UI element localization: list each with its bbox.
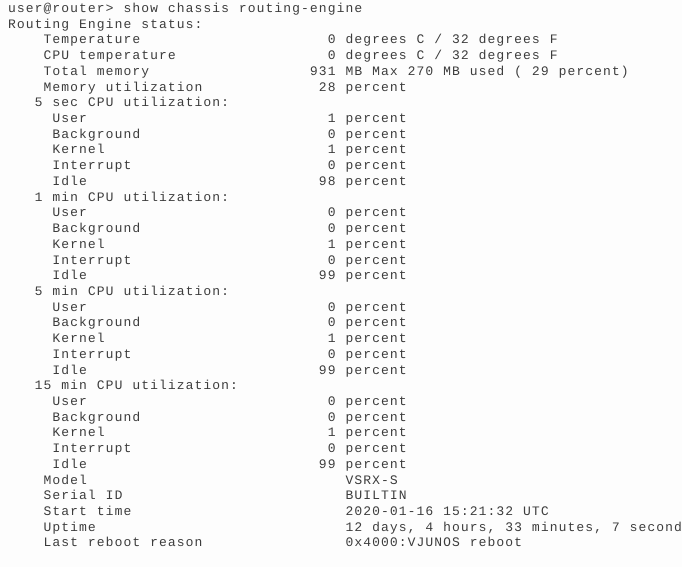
cpu-group-title-0: 5 sec CPU utilization: — [8, 95, 231, 111]
prompt-line[interactable]: user@router> show chassis routing-engine — [8, 1, 682, 17]
cpu-row-3-interrupt: Interrupt 0 percent — [8, 441, 408, 457]
cpu-row-2-idle: Idle 99 percent — [8, 362, 408, 378]
field-row-cpu-temperature: CPU temperature 0 degrees C / 32 degrees… — [8, 48, 559, 64]
cpu-row-2-user: User 0 percent — [8, 299, 408, 315]
field-row-total-memory: Total memory 931 MB Max 270 MB used ( 29… — [8, 63, 630, 79]
cpu-row-2-background: Background 0 percent — [8, 315, 408, 331]
summary-row-serial-id: Serial ID BUILTIN — [8, 488, 408, 504]
cpu-row-0-kernel: Kernel 1 percent — [8, 142, 408, 158]
field-row-memory-utilization: Memory utilization 28 percent — [8, 79, 408, 95]
cpu-row-1-idle: Idle 99 percent — [8, 268, 408, 284]
cpu-row-1-background: Background 0 percent — [8, 221, 408, 237]
cpu-row-3-user: User 0 percent — [8, 393, 408, 409]
cpu-row-3-idle: Idle 99 percent — [8, 456, 408, 472]
cpu-row-1-interrupt: Interrupt 0 percent — [8, 252, 408, 268]
cpu-group-title-2: 5 min CPU utilization: — [8, 283, 231, 299]
cpu-row-0-interrupt: Interrupt 0 percent — [8, 158, 408, 174]
cpu-row-1-user: User 0 percent — [8, 205, 408, 221]
cpu-row-1-kernel: Kernel 1 percent — [8, 236, 408, 252]
cpu-group-title-3: 15 min CPU utilization: — [8, 378, 239, 394]
field-row-temperature: Temperature 0 degrees C / 32 degrees F — [8, 32, 559, 48]
summary-row-uptime: Uptime 12 days, 4 hours, 33 minutes, 7 s… — [8, 519, 682, 535]
terminal-window[interactable]: user@router> show chassis routing-engine… — [0, 0, 682, 567]
terminal-output: user@router> show chassis routing-engine… — [8, 1, 682, 551]
cpu-row-0-idle: Idle 98 percent — [8, 173, 408, 189]
summary-row-last-reboot-reason: Last reboot reason 0x4000:VJUNOS reboot — [8, 535, 524, 551]
cpu-row-3-background: Background 0 percent — [8, 409, 408, 425]
cpu-row-2-kernel: Kernel 1 percent — [8, 331, 408, 347]
cpu-row-0-background: Background 0 percent — [8, 126, 408, 142]
cpu-row-0-user: User 1 percent — [8, 111, 408, 127]
cpu-row-3-kernel: Kernel 1 percent — [8, 425, 408, 441]
cpu-row-2-interrupt: Interrupt 0 percent — [8, 346, 408, 362]
summary-row-model: Model VSRX-S — [8, 472, 399, 488]
cpu-group-title-1: 1 min CPU utilization: — [8, 189, 231, 205]
status-header-line: Routing Engine status: — [8, 16, 204, 32]
summary-row-start-time: Start time 2020-01-16 15:21:32 UTC — [8, 504, 550, 519]
